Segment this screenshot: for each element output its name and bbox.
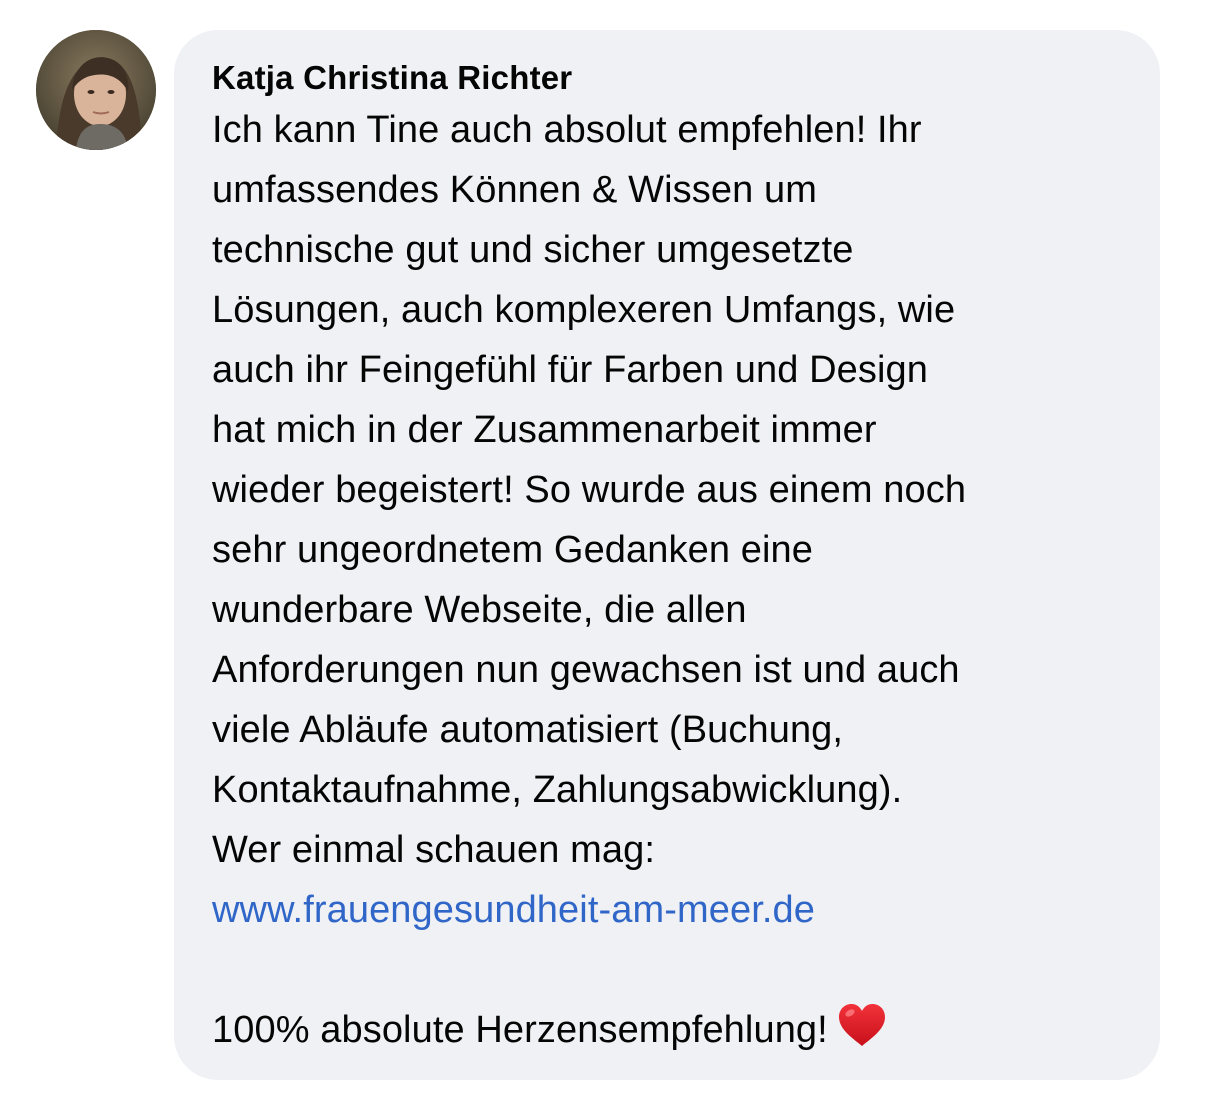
comment-line: Wer einmal schauen mag:	[212, 829, 656, 871]
closing-text: 100% absolute Herzensempfehlung!	[212, 1009, 828, 1051]
comment-line: wieder begeistert! So wurde aus einem no…	[212, 469, 967, 511]
comment-line: Kontaktaufnahme, Zahlungsabwicklung).	[212, 769, 903, 811]
comment-text: Ich kann Tine auch absolut empfehlen! Ih…	[212, 100, 1130, 1060]
comment-line: auch ihr Feingefühl für Farben und Desig…	[212, 349, 928, 391]
website-link-line: www.frauengesundheit-am-meer.de	[212, 880, 1130, 940]
avatar[interactable]	[36, 30, 156, 150]
comment-line: viele Abläufe automatisiert (Buchung,	[212, 709, 844, 751]
comment-line: Lösungen, auch komplexeren Umfangs, wie	[212, 289, 956, 331]
comment-line: wunderbare Webseite, die allen	[212, 589, 747, 631]
avatar-image	[36, 30, 156, 150]
comment-line: hat mich in der Zusammenarbeit immer	[212, 409, 877, 451]
comment: Katja Christina Richter Ich kann Tine au…	[0, 0, 1206, 1097]
comment-line: technische gut und sicher umgesetzte	[212, 229, 854, 271]
comment-line: Anforderungen nun gewachsen ist und auch	[212, 649, 960, 691]
comment-line: sehr ungeordnetem Gedanken eine	[212, 529, 813, 571]
comment-line: Ich kann Tine auch absolut empfehlen! Ih…	[212, 109, 922, 151]
website-link[interactable]: www.frauengesundheit-am-meer.de	[212, 889, 815, 931]
comment-line: umfassendes Können & Wissen um	[212, 169, 817, 211]
comment-bubble: Katja Christina Richter Ich kann Tine au…	[174, 30, 1160, 1080]
closing-line: 100% absolute Herzensempfehlung!	[212, 1000, 1130, 1060]
heart-emoji-icon	[838, 1004, 885, 1046]
author-name[interactable]: Katja Christina Richter	[212, 58, 1130, 98]
